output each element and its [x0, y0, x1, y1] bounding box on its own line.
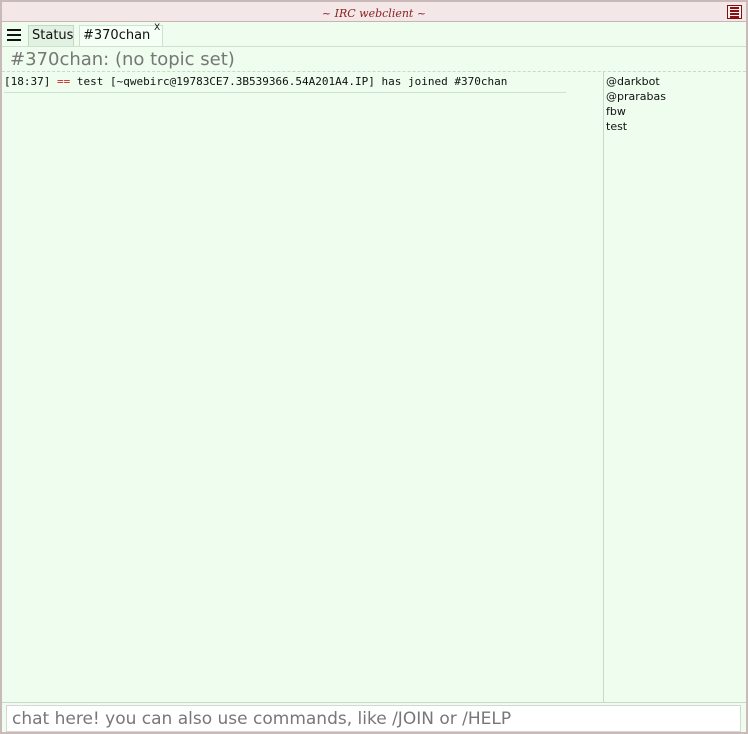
chat-area: [18:37] == test [~qwebirc@19783CE7.3B539… [2, 71, 746, 704]
window-title: ~ IRC webclient ~ [321, 7, 427, 20]
nick-item[interactable]: @darkbot [604, 74, 746, 89]
title-bar: ~ IRC webclient ~ [2, 2, 746, 22]
menu-icon[interactable] [7, 29, 21, 41]
nick-item[interactable]: test [604, 119, 746, 134]
nick-item[interactable]: fbw [604, 104, 746, 119]
message-text: test [~qwebirc@19783CE7.3B539366.54A201A… [76, 75, 508, 88]
tab-status[interactable]: Status [28, 25, 74, 46]
join-marker: == [56, 75, 71, 88]
channel-topic: #370chan: (no topic set) [10, 49, 235, 70]
irc-window: ~ IRC webclient ~ Status #370chan X #370… [0, 0, 748, 734]
input-bar [2, 702, 746, 732]
message-timestamp: [18:37] [4, 75, 51, 88]
nick-item[interactable]: @prarabas [604, 89, 746, 104]
tab-370chan[interactable]: #370chan [79, 25, 163, 46]
message-log: [18:37] == test [~qwebirc@19783CE7.3B539… [4, 74, 602, 93]
chat-input[interactable] [6, 705, 741, 732]
nick-list: @darkbot @prarabas fbw test [603, 72, 746, 704]
message-line: [18:37] == test [~qwebirc@19783CE7.3B539… [4, 74, 566, 93]
tab-bar: Status #370chan X [2, 23, 746, 47]
hamburger-menu-icon[interactable] [727, 5, 742, 19]
close-tab-icon[interactable]: X [154, 23, 160, 33]
